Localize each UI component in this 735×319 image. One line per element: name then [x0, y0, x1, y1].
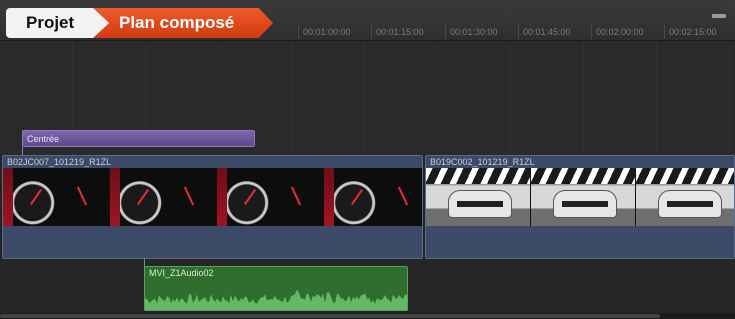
title-clip[interactable]: Centrée [22, 130, 255, 147]
breadcrumb-project[interactable]: Projet [6, 8, 110, 38]
video-thumbnail [531, 168, 636, 226]
video-thumbnail [110, 168, 217, 226]
horizontal-scrollbar[interactable] [0, 313, 735, 319]
video-thumbnail [324, 168, 422, 226]
audio-clip-name: MVI_Z1Audio02 [149, 268, 214, 278]
title-clip-label: Centrée [27, 134, 60, 144]
zoom-handle[interactable] [712, 14, 726, 18]
breadcrumb-current[interactable]: Plan composé [93, 8, 273, 38]
ruler-tick: 00:01:30:00 [445, 25, 498, 39]
video-thumbnail [636, 168, 734, 226]
audio-waveform [145, 289, 407, 310]
video-clip[interactable]: B02JC007_101219_R1ZL [2, 155, 423, 259]
ruler-tick: 00:01:15:00 [371, 25, 424, 39]
video-clip-name: B019C002_101219_R1ZL [430, 157, 535, 167]
audio-clip[interactable]: MVI_Z1Audio02 [144, 266, 408, 311]
ruler-tick: 00:02:15:00 [664, 25, 717, 39]
breadcrumb-project-label: Projet [26, 13, 75, 32]
video-filmstrip [3, 168, 422, 226]
video-clip-name: B02JC007_101219_R1ZL [7, 157, 112, 167]
ruler-tick: 00:01:45:00 [518, 25, 571, 39]
horizontal-scrollbar-thumb[interactable] [0, 314, 660, 318]
title-clip-connector [22, 147, 23, 155]
video-thumbnail [3, 168, 110, 226]
video-filmstrip [426, 168, 734, 226]
ruler-tick: 00:02:00:00 [591, 25, 644, 39]
video-thumbnail [217, 168, 324, 226]
video-thumbnail [426, 168, 531, 226]
ruler-tick: 00:01:00:00 [298, 25, 351, 39]
video-clip[interactable]: B019C002_101219_R1ZL [425, 155, 735, 259]
timeline-ruler[interactable]: Projet Plan composé 00:01:00:00 00:01:15… [0, 0, 735, 41]
breadcrumb-current-label: Plan composé [119, 13, 235, 32]
